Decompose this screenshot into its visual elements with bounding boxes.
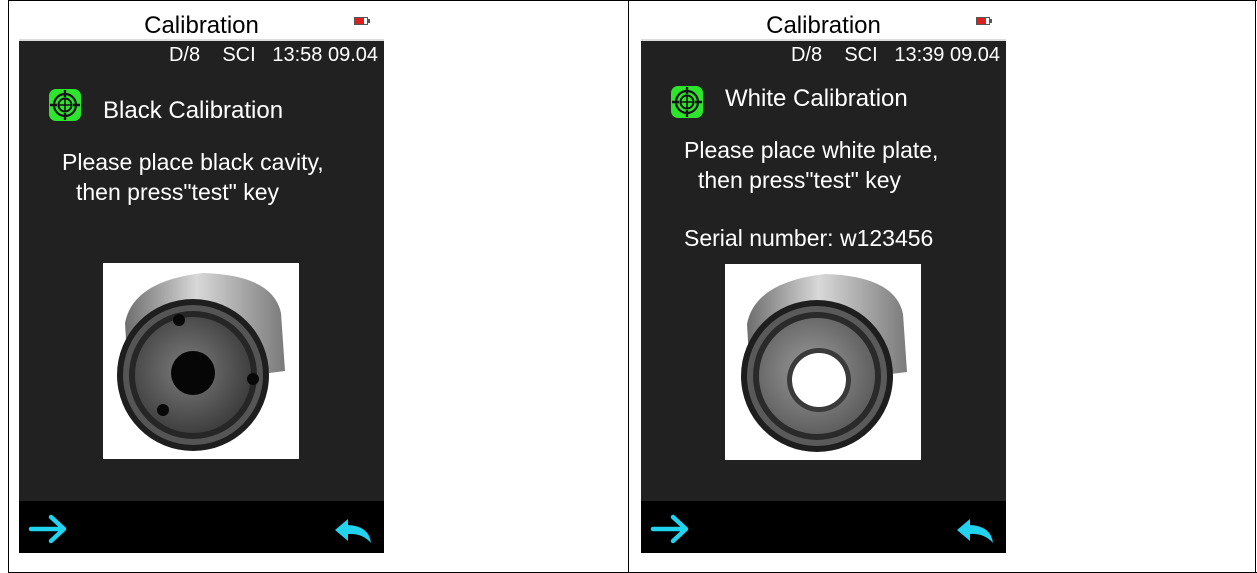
bottom-bar: [19, 501, 384, 553]
instruction-line-1: Please place black cavity,: [62, 149, 324, 175]
title-divider: [19, 39, 384, 41]
instruction-line-2: then press"test" key: [698, 167, 901, 193]
serial-number: Serial number: w123456: [684, 225, 934, 251]
table-border-top: [8, 0, 1257, 1]
white-plate-image: [725, 264, 921, 460]
instruction-line-2: then press"test" key: [76, 179, 279, 205]
calibration-target-icon: [49, 89, 81, 121]
table-border-right: [1255, 0, 1256, 573]
screen-title: Calibration: [766, 12, 881, 39]
calibration-label: Black Calibration: [103, 97, 284, 124]
table-border-middle: [628, 0, 629, 573]
status-line: D/8 SCI 13:39 09.04: [790, 44, 1000, 66]
black-cavity-image: [103, 263, 299, 459]
arrow-right-icon[interactable]: [649, 511, 693, 547]
title-bar: Calibration: [641, 11, 1006, 39]
bottom-bar: [641, 501, 1006, 553]
status-line: D/8 SCI 13:58 09.04: [168, 44, 378, 66]
title-bar: Calibration: [19, 11, 384, 39]
instruction-line-1: Please place white plate,: [684, 137, 939, 163]
screen-title: Calibration: [144, 12, 259, 39]
return-arrow-icon[interactable]: [331, 511, 375, 547]
battery-low-icon: [976, 17, 992, 25]
arrow-right-icon[interactable]: [27, 511, 71, 547]
return-arrow-icon[interactable]: [953, 511, 997, 547]
title-divider: [641, 39, 1006, 41]
battery-low-icon: [354, 17, 370, 25]
calibration-target-icon: [671, 86, 703, 118]
table-border-left: [8, 0, 9, 573]
calibration-label: White Calibration: [725, 85, 908, 112]
white-calibration-screen: Calibration D/8 SCI 13:39 09.04 White Ca…: [641, 11, 1006, 553]
black-calibration-screen: Calibration D/8 SCI 13:58 09.04 Black Ca…: [19, 11, 384, 553]
